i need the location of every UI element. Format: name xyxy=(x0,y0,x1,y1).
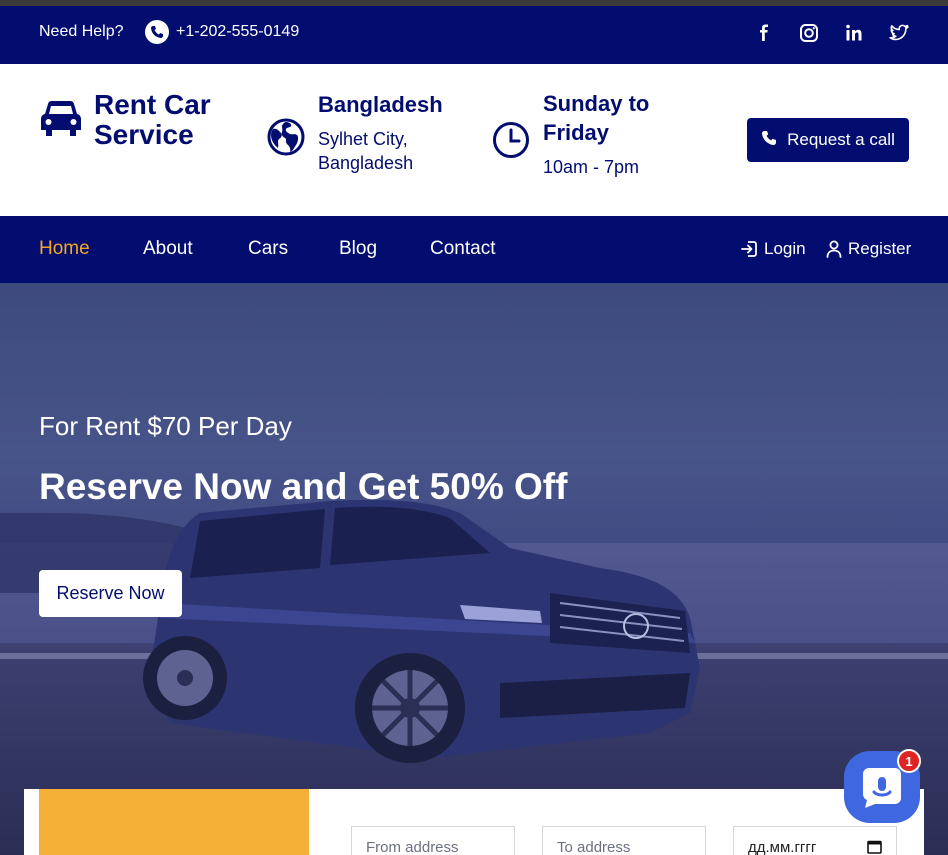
hours-title: Sunday to Friday xyxy=(543,91,650,145)
hours-subtitle: 10am - 7pm xyxy=(543,157,640,177)
linkedin-icon[interactable] xyxy=(843,22,865,44)
phone-icon xyxy=(145,20,169,44)
top-contact-bar: Need Help? +1-202-555-0149 xyxy=(0,6,948,64)
user-icon xyxy=(826,240,842,258)
chat-notification-badge: 1 xyxy=(897,749,921,773)
login-label: Login xyxy=(764,239,806,258)
login-link[interactable]: Login xyxy=(740,239,806,259)
twitter-icon[interactable] xyxy=(888,22,910,44)
nav-item-blog[interactable]: Blog xyxy=(339,238,377,260)
instagram-icon[interactable] xyxy=(798,22,820,44)
clock-icon xyxy=(492,121,530,164)
register-link[interactable]: Register xyxy=(826,239,911,259)
nav-item-about[interactable]: About xyxy=(143,238,193,260)
site-header: Rent Car Service Bangladesh Sylhet City,… xyxy=(0,64,948,216)
calendar-icon[interactable] xyxy=(867,839,882,854)
request-call-button[interactable]: Request a call xyxy=(747,118,909,162)
location-subtitle: Sylhet City, Bangladesh xyxy=(318,129,414,173)
nav-item-home[interactable]: Home xyxy=(39,238,90,260)
date-input[interactable]: дд.мм.гггг xyxy=(733,826,897,855)
register-label: Register xyxy=(848,239,912,258)
from-address-input[interactable]: From address xyxy=(351,826,515,855)
login-icon xyxy=(741,241,757,257)
car-icon xyxy=(40,100,82,143)
booking-image xyxy=(39,789,309,855)
phone-number[interactable]: +1-202-555-0149 xyxy=(176,23,299,41)
nav-item-contact[interactable]: Contact xyxy=(430,238,495,260)
facebook-icon[interactable] xyxy=(753,22,775,44)
to-address-input[interactable]: To address xyxy=(542,826,706,855)
nav-item-cars[interactable]: Cars xyxy=(248,238,288,260)
reserve-now-button[interactable]: Reserve Now xyxy=(39,570,182,617)
main-nav: Home About Cars Blog Contact Login Regis… xyxy=(0,216,948,283)
location-title: Bangladesh xyxy=(318,92,443,117)
booking-form-panel: From address To address дд.мм.гггг xyxy=(24,789,924,855)
hero-headline: Reserve Now and Get 50% Off xyxy=(39,466,568,507)
suv-car-image xyxy=(143,499,700,763)
need-help-label: Need Help? xyxy=(39,23,124,40)
brand-name[interactable]: Rent Car Service xyxy=(94,90,234,150)
date-placeholder: дд.мм.гггг xyxy=(748,839,817,855)
phone-icon xyxy=(761,130,777,151)
globe-icon xyxy=(267,118,305,161)
request-call-label: Request a call xyxy=(787,130,895,149)
hero-banner: For Rent $70 Per Day Reserve Now and Get… xyxy=(0,283,948,855)
hero-price-text: For Rent $70 Per Day xyxy=(39,411,292,441)
chat-icon xyxy=(863,768,901,808)
